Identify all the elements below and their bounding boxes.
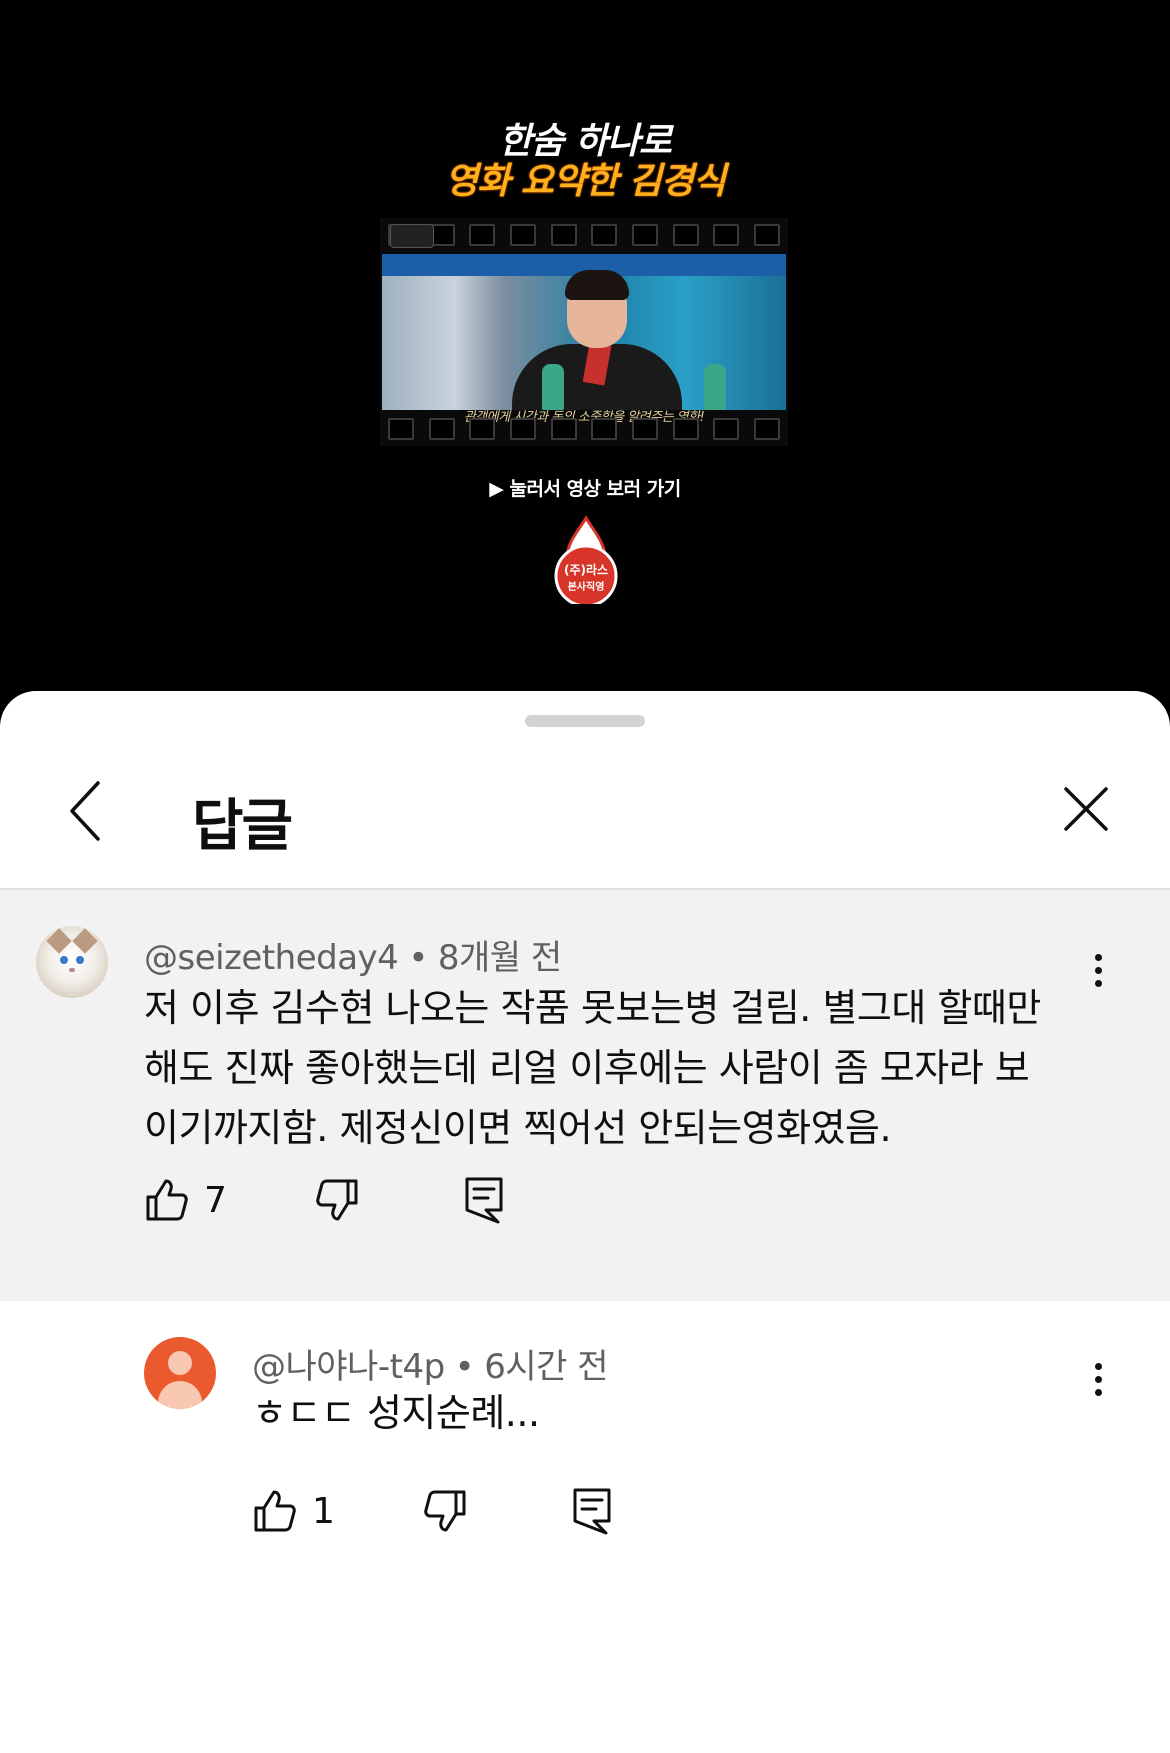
person-figure bbox=[512, 270, 682, 410]
comment-line: 저 이후 김수현 나오는 작품 못보는병 걸림. 별그대 할때만 bbox=[144, 986, 1041, 1030]
reply-comment: @나야나-t4p • 6시간 전 ㅎㄷㄷ 성지순례... 1 bbox=[0, 1301, 1170, 1753]
like-count: 7 bbox=[204, 1180, 227, 1221]
comment-meta: @seizetheday4 • 8개월 전 bbox=[144, 930, 562, 979]
dislike-button[interactable] bbox=[314, 1170, 360, 1230]
sheet-title: 답글 bbox=[192, 794, 293, 859]
watch-video-link[interactable]: ▶ 눌러서 영상 보러 가기 bbox=[0, 474, 1170, 501]
channel-logo-icon: (주)라스 본사직영 bbox=[554, 515, 618, 604]
back-button[interactable] bbox=[56, 775, 116, 847]
more-options-button[interactable] bbox=[1078, 940, 1118, 1000]
comment-icon bbox=[573, 1488, 611, 1535]
svg-text:본사직영: 본사직영 bbox=[568, 580, 605, 593]
like-button[interactable] bbox=[252, 1481, 298, 1541]
show-logo-icon bbox=[390, 224, 434, 248]
video-title-line2: 영화 요약한 김경식 bbox=[444, 161, 726, 202]
thumbs-up-icon bbox=[146, 1179, 188, 1221]
meta-separator: • bbox=[408, 938, 428, 978]
comment-text: 저 이후 김수현 나오는 작품 못보는병 걸림. 별그대 할때만 해도 진짜 좋… bbox=[144, 978, 1084, 1158]
sheet-header: 답글 bbox=[0, 751, 1170, 891]
film-strip-thumbnail[interactable]: 관객에게 시간과 돈의 소중함을 알려주는 영화! bbox=[380, 218, 788, 446]
replies-bottom-sheet: 답글 @seizetheday4 • 8개월 전 저 이후 김수현 나오는 작품 못… bbox=[0, 691, 1170, 1753]
comment-actions: 1 bbox=[252, 1481, 652, 1541]
video-player[interactable]: 한숨 하나로 영화 요약한 김경식 관객에게 시간과 돈의 소중함을 알려주는 … bbox=[0, 0, 1170, 700]
comment-text: ㅎㄷㄷ 성지순례... bbox=[252, 1391, 540, 1435]
thumbs-up-icon bbox=[254, 1490, 296, 1532]
reply-button[interactable] bbox=[572, 1481, 612, 1541]
comment-actions: 7 bbox=[144, 1170, 544, 1230]
comment-line: 이기까지함. 제정신이면 찍어선 안되는영화였음. bbox=[144, 1106, 892, 1150]
film-holes-bottom bbox=[380, 412, 788, 446]
like-count: 1 bbox=[312, 1491, 335, 1532]
comment-icon bbox=[465, 1177, 503, 1224]
comment-author[interactable]: @나야나-t4p bbox=[252, 1347, 445, 1387]
more-options-button[interactable] bbox=[1078, 1349, 1118, 1409]
film-holes-top bbox=[380, 218, 788, 252]
avatar[interactable] bbox=[144, 1337, 216, 1409]
comment-line: 해도 진짜 좋아했는데 리얼 이후에는 사람이 좀 모자라 보 bbox=[144, 1046, 1030, 1090]
like-button[interactable] bbox=[144, 1170, 190, 1230]
comment-meta: @나야나-t4p • 6시간 전 bbox=[252, 1339, 608, 1388]
drag-handle[interactable] bbox=[525, 715, 645, 727]
chevron-left-icon bbox=[70, 781, 100, 841]
comment-time: 8개월 전 bbox=[437, 938, 562, 978]
thumbs-down-icon bbox=[316, 1179, 358, 1221]
close-icon bbox=[1064, 787, 1108, 831]
reply-button[interactable] bbox=[464, 1170, 504, 1230]
comment-time: 6시간 전 bbox=[484, 1347, 608, 1387]
parent-comment: @seizetheday4 • 8개월 전 저 이후 김수현 나오는 작품 못보는병… bbox=[0, 890, 1170, 1301]
svg-text:(주)라스: (주)라스 bbox=[564, 562, 608, 577]
close-button[interactable] bbox=[1056, 773, 1116, 845]
dislike-button[interactable] bbox=[422, 1481, 468, 1541]
meta-separator: • bbox=[454, 1347, 475, 1387]
comment-author[interactable]: @seizetheday4 bbox=[144, 938, 399, 978]
thumbs-down-icon bbox=[424, 1490, 466, 1532]
video-frame-image bbox=[382, 254, 786, 410]
avatar[interactable] bbox=[36, 926, 108, 998]
